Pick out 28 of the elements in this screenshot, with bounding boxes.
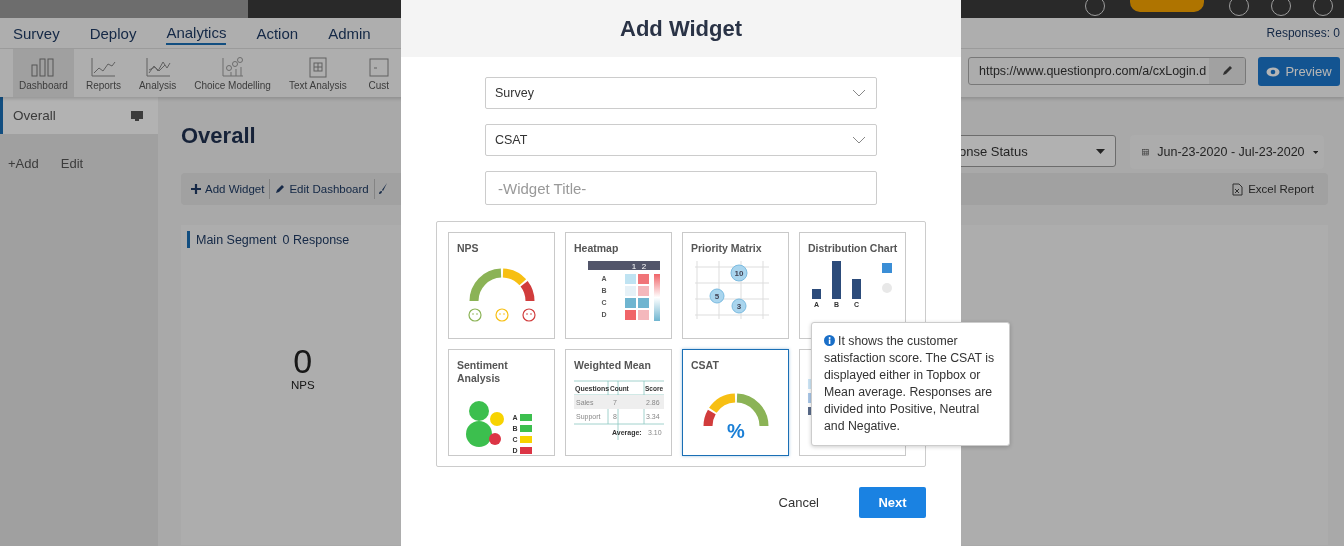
widget-title: Distribution Chart bbox=[808, 242, 899, 255]
segment-title: Main Segment bbox=[196, 232, 277, 247]
page-title: Overall bbox=[181, 123, 256, 149]
widget-title: CSAT bbox=[691, 359, 720, 372]
chart-label: 1 bbox=[631, 262, 637, 271]
chart-label: 3 bbox=[736, 302, 742, 311]
chart-label: 2 bbox=[641, 262, 647, 271]
tab-label: Text Analysis bbox=[288, 79, 347, 91]
chart-label: 5 bbox=[714, 292, 720, 301]
chart-label: 10 bbox=[734, 269, 744, 278]
tab-label: Choice Modelling bbox=[194, 79, 271, 91]
tab-label: Analysis bbox=[138, 79, 177, 91]
chart-label: % bbox=[727, 420, 745, 442]
score-value: 0 bbox=[293, 343, 313, 379]
widget-title: Weighted Mean bbox=[574, 359, 652, 372]
score-label: NPS bbox=[291, 379, 315, 391]
response-count: 0 Response bbox=[282, 232, 350, 247]
tab-label: Cust bbox=[368, 79, 389, 91]
dialog-title: Add Widget bbox=[401, 0, 961, 57]
responses-count: Responses: 0 bbox=[1266, 25, 1340, 42]
item-label: Overall bbox=[13, 108, 56, 123]
tab-label: Dashboard bbox=[19, 79, 68, 91]
tooltip: It shows the customer satisfaction score. The CSAT is displayed either in Topbox or Mean average. Responses are divided into Positive, Neutral and Negative. bbox=[811, 322, 1010, 446]
widget-title: Priority Matrix bbox=[691, 242, 763, 255]
tab-label: Reports bbox=[85, 79, 121, 91]
widget-title: Heatmap bbox=[574, 242, 620, 255]
widget-title: NPS bbox=[457, 242, 480, 255]
widget-title: Sentiment Analysis bbox=[457, 359, 509, 385]
